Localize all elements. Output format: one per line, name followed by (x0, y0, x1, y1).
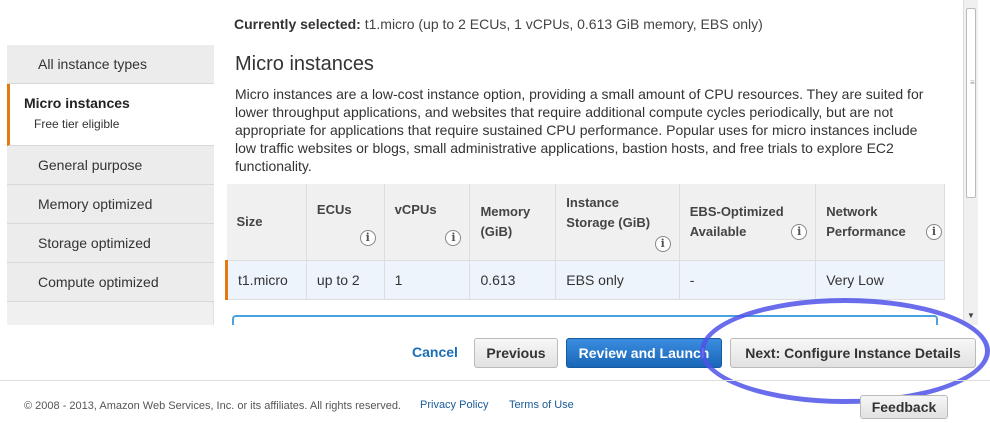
wizard-panel: Currently selected: t1.micro (up to 2 EC… (0, 0, 978, 325)
column-header-vcpus[interactable]: vCPUs i (384, 184, 471, 261)
terms-of-use-link[interactable]: Terms of Use (509, 399, 574, 411)
sidebar-item-label: Micro instances (24, 95, 130, 111)
sidebar-item-label: Storage optimized (38, 235, 151, 251)
cell-ebs-optimized: - (679, 260, 817, 300)
instance-details: Micro instances Micro instances are a lo… (225, 45, 945, 325)
wizard-button-bar: Cancel Previous Review and Launch Next: … (0, 325, 990, 380)
free-tier-label: Free tier eligible (34, 117, 120, 131)
vertical-scrollbar[interactable]: ≡ ▼ (963, 0, 978, 325)
sidebar-item-general-purpose[interactable]: General purpose (7, 146, 214, 185)
table-header-row: Size ECUs i vCPUs i Memory (GiB) i (226, 184, 945, 261)
sidebar-item-label: Compute optimized (38, 274, 159, 290)
instance-types-table: Size ECUs i vCPUs i Memory (GiB) i (225, 184, 945, 300)
currently-selected-line: Currently selected: t1.micro (up to 2 EC… (234, 16, 763, 32)
cell-instance-storage: EBS only (555, 260, 680, 300)
copyright-text: © 2008 - 2013, Amazon Web Services, Inc.… (24, 400, 401, 412)
cancel-button[interactable]: Cancel (404, 338, 466, 368)
cell-ecus: up to 2 (306, 260, 385, 300)
grip-icon: ≡ (970, 78, 975, 87)
scrollbar-thumb[interactable]: ≡ (966, 8, 976, 198)
info-box (232, 315, 938, 325)
section-title: Micro instances (235, 53, 374, 75)
sidebar-item-memory-optimized[interactable]: Memory optimized (7, 185, 214, 224)
sidebar-item-micro-instances[interactable]: Micro instances Free tier eligible (7, 84, 214, 146)
instance-family-sidebar: All instance types Micro instances Free … (7, 45, 214, 325)
column-header-size[interactable]: Size (226, 184, 307, 261)
sidebar-item-compute-optimized[interactable]: Compute optimized (7, 263, 214, 302)
cell-size: t1.micro (225, 260, 307, 300)
privacy-policy-link[interactable]: Privacy Policy (420, 399, 488, 411)
scroll-down-arrow-icon[interactable]: ▼ (966, 311, 976, 321)
sidebar-item-label: Memory optimized (38, 196, 153, 212)
column-header-network-performance[interactable]: Network Performance i (815, 184, 945, 261)
sidebar-item-all-instance-types[interactable]: All instance types (7, 45, 214, 84)
sidebar-item-label: All instance types (38, 56, 147, 72)
cell-memory: 0.613 (469, 260, 557, 300)
feedback-button[interactable]: Feedback (860, 395, 948, 419)
review-and-launch-button[interactable]: Review and Launch (566, 338, 722, 368)
page-footer: © 2008 - 2013, Amazon Web Services, Inc.… (0, 380, 990, 423)
column-header-ebs-optimized[interactable]: EBS-Optimized Available i (679, 184, 817, 261)
currently-selected-label: Currently selected: (234, 16, 361, 32)
info-icon[interactable]: i (926, 223, 942, 240)
info-icon[interactable]: i (654, 235, 671, 252)
info-icon[interactable]: i (359, 229, 376, 246)
table-row[interactable]: t1.micro up to 2 1 0.613 EBS only - Very… (225, 260, 945, 300)
sidebar-item-storage-optimized[interactable]: Storage optimized (7, 224, 214, 263)
previous-button[interactable]: Previous (474, 338, 558, 368)
column-header-memory[interactable]: Memory (GiB) i (469, 184, 557, 261)
section-description: Micro instances are a low-cost instance … (235, 86, 924, 174)
column-header-instance-storage[interactable]: Instance Storage (GiB) i (555, 184, 680, 261)
cell-vcpus: 1 (384, 260, 471, 300)
column-header-ecus[interactable]: ECUs i (306, 184, 385, 261)
sidebar-item-label: General purpose (38, 157, 143, 173)
next-configure-instance-details-button[interactable]: Next: Configure Instance Details (730, 338, 976, 368)
currently-selected-value: t1.micro (up to 2 ECUs, 1 vCPUs, 0.613 G… (364, 16, 763, 32)
info-icon[interactable]: i (791, 223, 808, 240)
info-icon[interactable]: i (445, 229, 462, 246)
cell-network-performance: Very Low (815, 260, 945, 300)
